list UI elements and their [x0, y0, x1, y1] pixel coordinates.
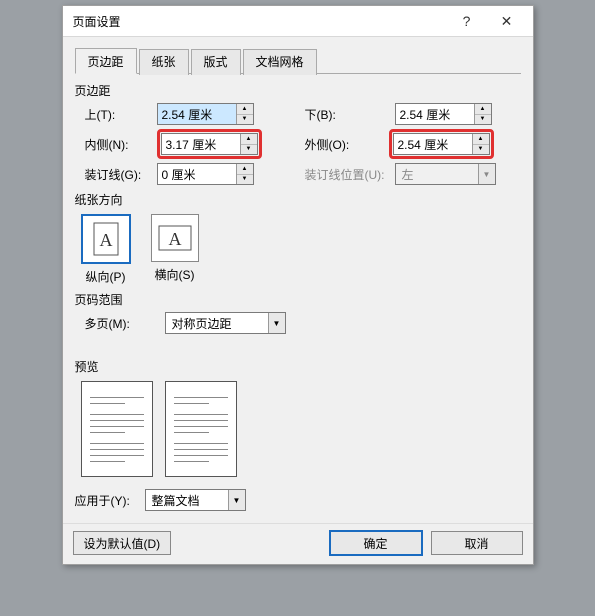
- ok-button[interactable]: 确定: [329, 530, 423, 556]
- gutter-label: 装订线(G):: [85, 166, 157, 183]
- margin-inside-input[interactable]: [162, 134, 240, 154]
- spin-up-icon[interactable]: ▲: [237, 104, 253, 115]
- spin-down-icon[interactable]: ▼: [241, 145, 257, 155]
- margin-top-label: 上(T):: [85, 106, 157, 123]
- svg-text:A: A: [168, 229, 181, 249]
- orientation-landscape[interactable]: A: [151, 214, 199, 262]
- spin-up-icon[interactable]: ▲: [475, 104, 491, 115]
- spin-down-icon[interactable]: ▼: [473, 145, 489, 155]
- tab-margins[interactable]: 页边距: [75, 48, 137, 74]
- gutter-input[interactable]: [158, 164, 236, 184]
- margin-inside-label: 内侧(N):: [85, 136, 157, 153]
- landscape-icon: A: [158, 225, 192, 251]
- chevron-down-icon[interactable]: ▼: [228, 490, 245, 510]
- margin-outside-input[interactable]: [394, 134, 472, 154]
- dialog-title: 页面设置: [73, 13, 447, 30]
- apply-to-value: 整篇文档: [146, 490, 228, 510]
- titlebar: 页面设置 ? ✕: [63, 6, 533, 37]
- help-button[interactable]: ?: [447, 9, 487, 33]
- preview-area: [81, 381, 521, 477]
- orientation-section-label: 纸张方向: [75, 191, 521, 208]
- close-button[interactable]: ✕: [487, 9, 527, 33]
- spin-down-icon[interactable]: ▼: [475, 115, 491, 125]
- tab-paper[interactable]: 纸张: [139, 49, 189, 75]
- orientation-portrait[interactable]: A: [81, 214, 131, 264]
- gutter-pos-value: 左: [396, 164, 478, 184]
- highlight-outside: ▲▼: [389, 129, 494, 159]
- margin-outside-label: 外侧(O):: [305, 136, 389, 153]
- gutter-pos-dropdown: 左 ▼: [395, 163, 496, 185]
- dialog-footer: 设为默认值(D) 确定 取消: [63, 523, 533, 564]
- highlight-inside: ▲▼: [157, 129, 262, 159]
- page-setup-dialog: 页面设置 ? ✕ 页边距 纸张 版式 文档网格 页边距 上(T): ▲▼ 下(B…: [62, 5, 534, 565]
- spin-up-icon[interactable]: ▲: [237, 164, 253, 175]
- tab-bar: 页边距 纸张 版式 文档网格: [75, 47, 521, 74]
- spin-down-icon[interactable]: ▼: [237, 115, 253, 125]
- spin-down-icon[interactable]: ▼: [237, 175, 253, 185]
- preview-section-label: 预览: [75, 358, 521, 375]
- set-default-button[interactable]: 设为默认值(D): [73, 531, 172, 555]
- margin-bottom-input[interactable]: [396, 104, 474, 124]
- margin-top-spinner[interactable]: ▲▼: [157, 103, 254, 125]
- chevron-down-icon[interactable]: ▼: [268, 313, 285, 333]
- apply-to-label: 应用于(Y):: [75, 492, 145, 509]
- orientation-landscape-label: 横向(S): [155, 266, 195, 283]
- tab-grid[interactable]: 文档网格: [243, 49, 317, 75]
- margins-section-label: 页边距: [75, 82, 521, 99]
- chevron-down-icon: ▼: [478, 164, 495, 184]
- spin-up-icon[interactable]: ▲: [241, 134, 257, 145]
- multipage-label: 多页(M):: [85, 315, 157, 332]
- multipage-value: 对称页边距: [166, 313, 268, 333]
- spin-up-icon[interactable]: ▲: [473, 134, 489, 145]
- portrait-icon: A: [93, 222, 119, 256]
- gutter-pos-label: 装订线位置(U):: [305, 166, 395, 183]
- preview-page-right: [165, 381, 237, 477]
- multipage-dropdown[interactable]: 对称页边距 ▼: [165, 312, 286, 334]
- cancel-button[interactable]: 取消: [431, 531, 523, 555]
- apply-to-dropdown[interactable]: 整篇文档 ▼: [145, 489, 246, 511]
- margin-bottom-spinner[interactable]: ▲▼: [395, 103, 492, 125]
- margin-outside-spinner[interactable]: ▲▼: [393, 133, 490, 155]
- gutter-spinner[interactable]: ▲▼: [157, 163, 254, 185]
- margin-top-input[interactable]: [158, 104, 236, 124]
- margin-inside-spinner[interactable]: ▲▼: [161, 133, 258, 155]
- preview-page-left: [81, 381, 153, 477]
- svg-text:A: A: [99, 230, 112, 250]
- orientation-portrait-label: 纵向(P): [86, 268, 126, 285]
- margin-bottom-label: 下(B):: [305, 106, 395, 123]
- pages-section-label: 页码范围: [75, 291, 521, 308]
- dialog-content: 页边距 纸张 版式 文档网格 页边距 上(T): ▲▼ 下(B): ▲▼: [63, 37, 533, 523]
- tab-layout[interactable]: 版式: [191, 49, 241, 75]
